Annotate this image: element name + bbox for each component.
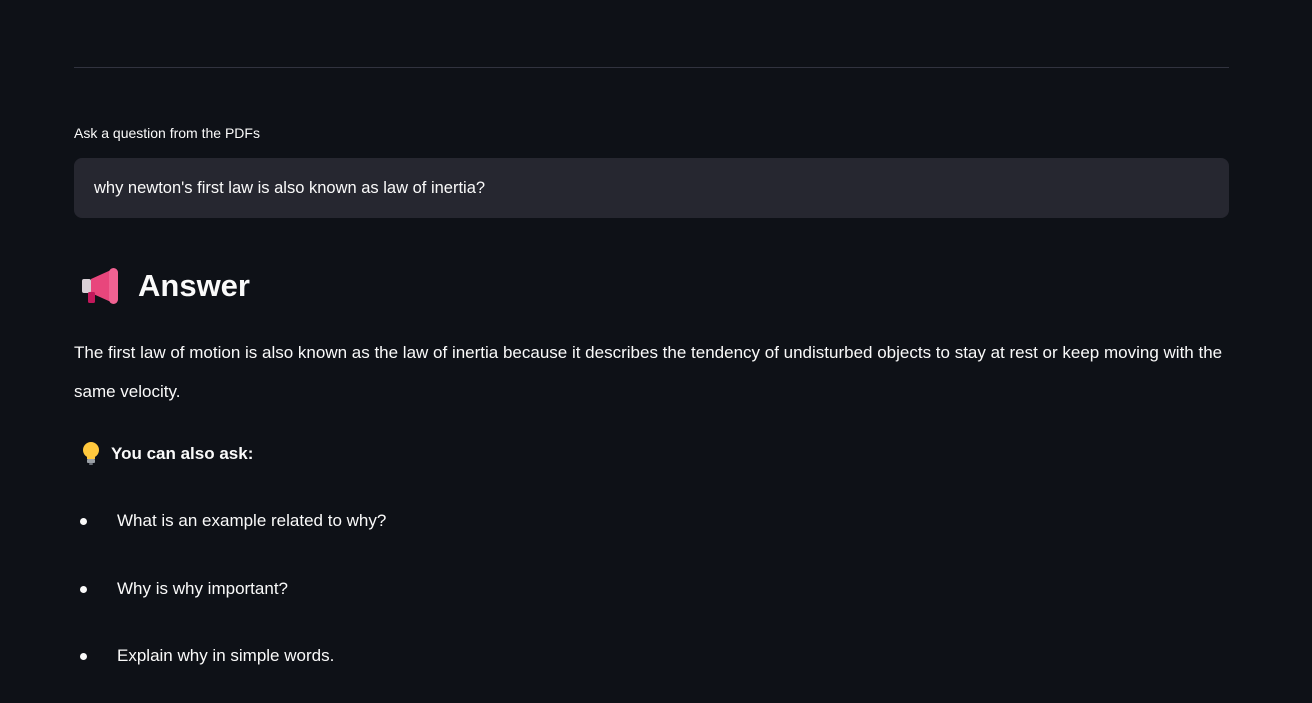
bullet (80, 585, 87, 593)
suggestion-text: Explain why in simple words. (117, 646, 335, 665)
suggestion-item[interactable]: What is an example related to why? (74, 500, 386, 542)
suggestions-heading: You can also ask: (80, 439, 253, 469)
suggestion-text: Why is why important? (117, 578, 288, 598)
suggestions-heading-text: You can also ask: (111, 444, 254, 463)
answer-heading-text: Answer (138, 268, 250, 303)
answer-text: The first law of motion is also known as… (74, 343, 1223, 401)
bullet (80, 518, 87, 525)
suggestion-item[interactable]: Explain why in simple words. (74, 635, 386, 677)
divider (74, 67, 1229, 68)
lightbulb-icon (83, 442, 99, 465)
suggestion-item[interactable]: Why is why important? (74, 568, 386, 610)
suggestion-text: What is an example related to why? (117, 511, 387, 530)
question-input[interactable] (74, 158, 1229, 218)
megaphone-icon (82, 268, 118, 304)
main-content: Ask a question from the PDFs Answer The … (74, 0, 1229, 699)
bullet (80, 653, 87, 660)
answer-heading: Answer (80, 260, 250, 312)
question-input-label: Ask a question from the PDFs (74, 125, 260, 141)
suggestions-list: What is an example related to why? Why i… (74, 500, 386, 703)
